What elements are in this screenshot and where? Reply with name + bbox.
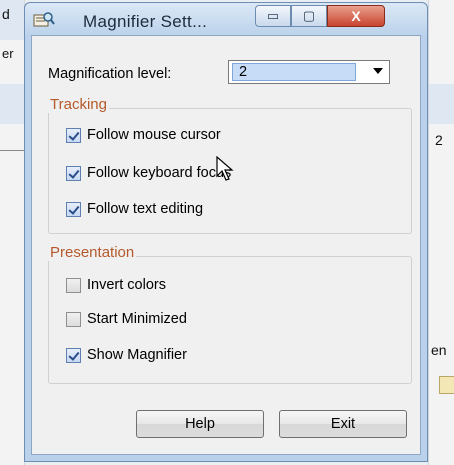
show-magnifier-option[interactable]: Show Magnifier (66, 346, 187, 364)
help-button[interactable]: Help (136, 410, 264, 438)
start-minimized-label: Start Minimized (87, 311, 187, 327)
follow-keyboard-focus-checkbox[interactable] (66, 165, 81, 181)
invert-colors-label: Invert colors (87, 277, 166, 293)
invert-colors-option[interactable]: Invert colors (66, 276, 166, 294)
start-minimized-checkbox[interactable] (66, 311, 81, 327)
follow-text-editing-option[interactable]: Follow text editing (66, 200, 203, 218)
minimize-icon: ▭ (266, 8, 280, 23)
exit-button[interactable]: Exit (279, 410, 407, 438)
dialog-body: Magnification level: 2 Tracking Follow m… (31, 35, 421, 455)
follow-text-editing-checkbox[interactable] (66, 201, 81, 217)
follow-keyboard-focus-option[interactable]: Follow keyboard focus (66, 164, 231, 182)
title-bar[interactable]: Magnifier Sett... ▭ ▢ X (25, 3, 427, 35)
magnification-level-label: Magnification level: (48, 66, 172, 82)
mouse-pointer-icon (216, 156, 234, 181)
maximize-button[interactable]: ▢ (291, 5, 327, 27)
close-icon: X (351, 8, 361, 24)
show-magnifier-label: Show Magnifier (87, 347, 187, 363)
show-magnifier-checkbox[interactable] (66, 347, 81, 363)
background-text: 2 (435, 132, 443, 148)
background-text: er (2, 46, 14, 61)
close-button[interactable]: X (327, 5, 385, 27)
magnifier-app-icon (33, 12, 55, 27)
background-window-left: d er (0, 0, 25, 465)
maximize-icon: ▢ (302, 8, 316, 23)
background-thumbnail (439, 376, 454, 394)
background-window-right: 2 en (428, 0, 454, 465)
magnifier-settings-window: Magnifier Sett... ▭ ▢ X Magnification le… (24, 2, 428, 462)
invert-colors-checkbox[interactable] (66, 277, 81, 293)
follow-mouse-cursor-checkbox[interactable] (66, 127, 81, 143)
background-ribbon (0, 84, 24, 124)
background-divider (0, 150, 24, 151)
presentation-group-title: Presentation (48, 244, 137, 261)
follow-mouse-cursor-option[interactable]: Follow mouse cursor (66, 126, 221, 144)
follow-keyboard-focus-label: Follow keyboard focus (87, 165, 232, 181)
background-ribbon (429, 84, 454, 124)
follow-mouse-cursor-label: Follow mouse cursor (87, 127, 221, 143)
follow-text-editing-label: Follow text editing (87, 201, 204, 217)
magnification-level-dropdown[interactable]: 2 (228, 60, 390, 84)
tracking-group-title: Tracking (48, 96, 109, 113)
caption-buttons: ▭ ▢ X (255, 5, 385, 27)
chevron-down-icon[interactable] (373, 68, 383, 74)
magnification-level-value: 2 (232, 63, 356, 81)
background-text: d (2, 6, 10, 22)
background-text: en (431, 342, 447, 358)
window-title: Magnifier Sett... (83, 12, 208, 31)
minimize-button[interactable]: ▭ (255, 5, 291, 27)
start-minimized-option[interactable]: Start Minimized (66, 310, 187, 328)
